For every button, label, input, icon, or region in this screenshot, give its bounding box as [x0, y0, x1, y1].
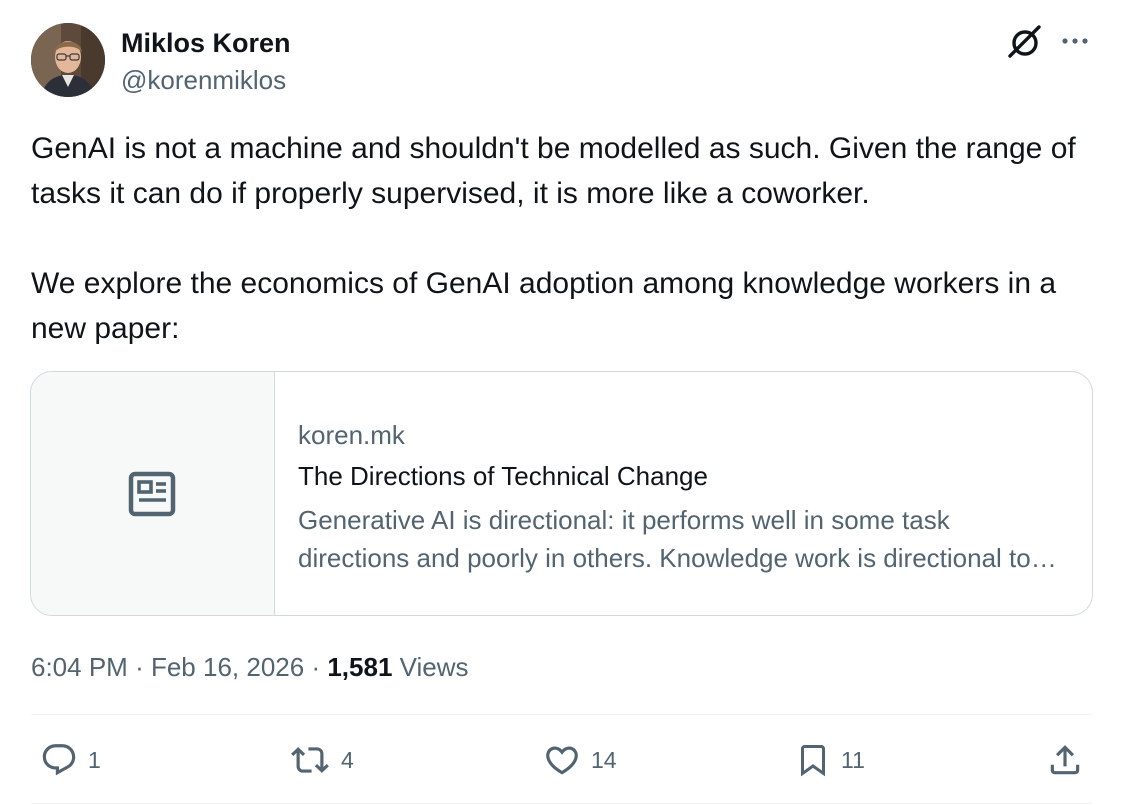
card-title: The Directions of Technical Change — [298, 461, 708, 491]
views-label: Views — [399, 652, 469, 682]
bookmark-icon — [801, 745, 825, 777]
link-preview-card[interactable]: koren.mk The Directions of Technical Cha… — [30, 371, 1093, 616]
avatar[interactable] — [31, 23, 105, 97]
like-button[interactable]: 14 — [543, 740, 617, 780]
retweet-icon — [291, 747, 329, 773]
author-handle[interactable]: @korenmiklos — [121, 64, 286, 96]
bookmark-count: 11 — [841, 746, 865, 773]
card-description: Generative AI is directional: it perform… — [298, 505, 1046, 573]
retweet-count: 4 — [341, 746, 354, 773]
tweet-paragraph: We explore the economics of GenAI adopti… — [31, 267, 1057, 345]
meta-separator: · — [311, 652, 321, 682]
tweet-meta: 6:04 PM · Feb 16, 2026 · 1,581 Views — [31, 650, 469, 684]
tweet-date[interactable]: Feb 16, 2026 — [151, 652, 304, 682]
reply-icon — [42, 744, 76, 776]
like-count: 14 — [591, 746, 617, 773]
bookmark-button[interactable]: 11 — [795, 740, 865, 780]
author-name[interactable]: Miklos Koren — [121, 27, 291, 59]
heart-icon — [546, 746, 578, 775]
share-icon — [1050, 745, 1080, 775]
card-thumbnail — [31, 372, 275, 615]
meta-separator: · — [135, 652, 144, 682]
tweet-text: GenAI is not a machine and shouldn't be … — [31, 126, 1103, 351]
divider — [31, 803, 1092, 804]
reply-count: 1 — [88, 746, 101, 773]
card-domain: koren.mk — [298, 420, 405, 450]
views-count: 1,581 — [327, 652, 393, 682]
article-icon — [128, 471, 176, 517]
divider — [31, 714, 1092, 715]
more-icon[interactable] — [1058, 28, 1092, 54]
share-button[interactable] — [1046, 740, 1084, 780]
tweet-time[interactable]: 6:04 PM — [31, 652, 128, 682]
retweet-button[interactable]: 4 — [289, 740, 354, 780]
tweet-paragraph: GenAI is not a machine and shouldn't be … — [31, 132, 1076, 210]
grok-icon[interactable] — [1006, 22, 1044, 60]
reply-button[interactable]: 1 — [40, 740, 101, 780]
